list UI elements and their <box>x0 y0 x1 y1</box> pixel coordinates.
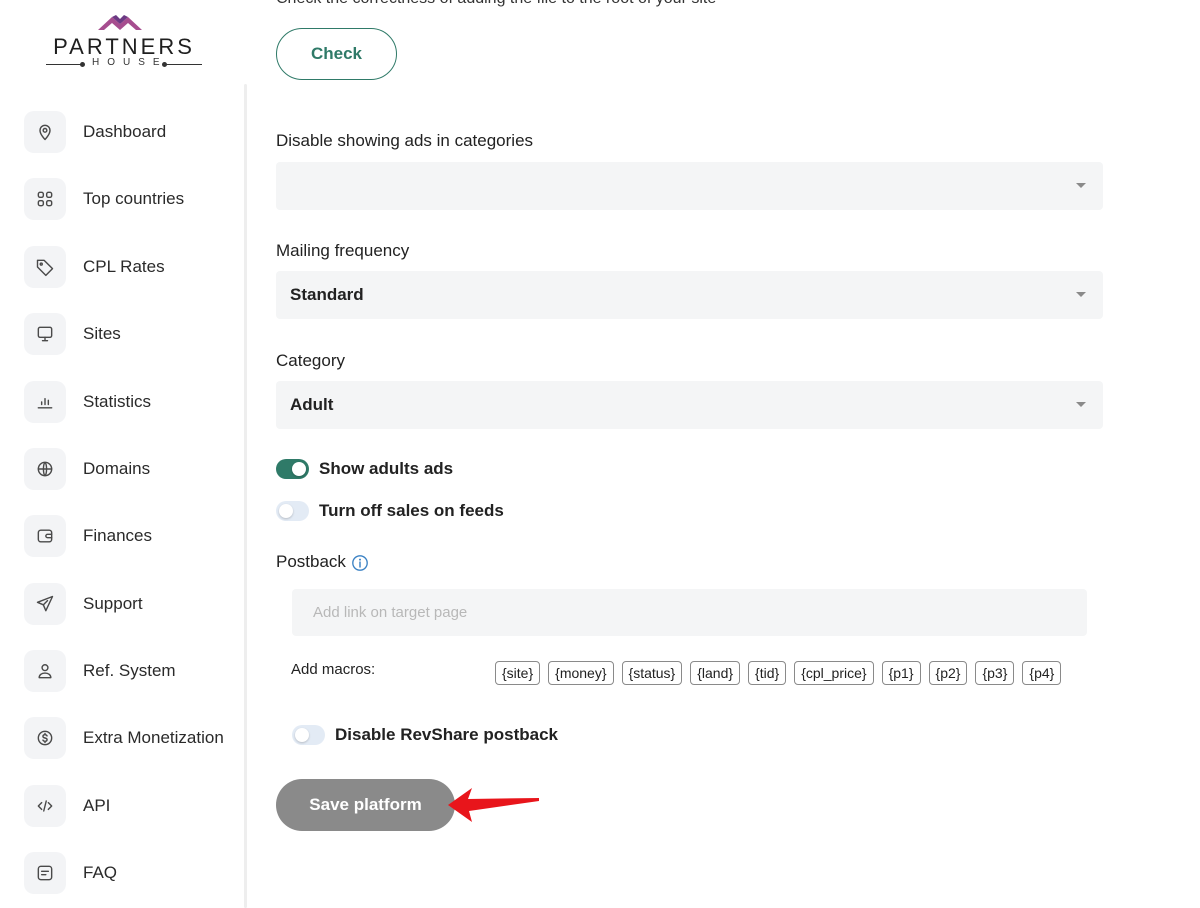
sidebar-item-label: Sites <box>83 324 121 343</box>
brand-subtitle: HOUSE <box>46 57 202 71</box>
sidebar-item-ref-system[interactable]: Ref. System <box>24 649 234 693</box>
macro-chip-p1[interactable]: {p1} <box>881 661 921 685</box>
sidebar-item-sites[interactable]: Sites <box>24 312 234 356</box>
check-button[interactable]: Check <box>276 28 397 80</box>
mountain-logo-icon <box>98 15 142 30</box>
show-adult-ads-toggle[interactable] <box>276 459 309 479</box>
show-adult-ads-label: Show adults ads <box>319 459 454 478</box>
sidebar-item-top-countries[interactable]: Top countries <box>24 177 234 221</box>
category-value: Adult <box>290 395 334 414</box>
paper-plane-icon <box>24 583 66 625</box>
macro-chip-site[interactable]: {site} <box>495 661 541 685</box>
disable-revshare-toggle[interactable] <box>292 725 325 745</box>
disable-ads-label: Disable showing ads in categories <box>276 131 534 150</box>
brand-logo[interactable]: PARTNERS HOUSE <box>46 12 202 72</box>
macro-chip-status[interactable]: {status} <box>621 661 683 685</box>
sidebar-item-label: Support <box>83 594 143 613</box>
chevron-down-icon <box>1076 402 1086 407</box>
show-adult-ads-row: Show adults ads <box>276 459 453 479</box>
category-select[interactable]: Adult <box>276 381 1103 429</box>
sidebar-item-label: Domains <box>83 459 151 478</box>
sidebar-item-faq[interactable]: FAQ <box>24 851 234 895</box>
save-platform-button[interactable]: Save platform <box>276 779 455 831</box>
user-icon <box>24 650 66 692</box>
postback-label: Postback <box>276 552 346 571</box>
category-label: Category <box>276 351 345 370</box>
mailing-frequency-label: Mailing frequency <box>276 241 410 260</box>
chevron-down-icon <box>1076 183 1086 188</box>
chevron-down-icon <box>1076 292 1086 297</box>
macro-chip-p3[interactable]: {p3} <box>975 661 1015 685</box>
sidebar-item-api[interactable]: API <box>24 784 234 828</box>
sidebar-item-label: API <box>83 796 111 815</box>
sidebar-item-label: Finances <box>83 526 152 545</box>
info-icon[interactable] <box>351 554 369 572</box>
sidebar-item-label: CPL Rates <box>83 257 165 276</box>
sidebar: PARTNERS HOUSE Dashboard Top countries C… <box>0 0 247 908</box>
sidebar-item-label: Dashboard <box>83 122 167 141</box>
grid-icon <box>24 178 66 220</box>
sidebar-item-support[interactable]: Support <box>24 582 234 626</box>
macros-label: Add macros: <box>291 661 376 678</box>
turn-off-sales-row: Turn off sales on feeds <box>276 501 504 521</box>
sidebar-item-domains[interactable]: Domains <box>24 447 234 491</box>
disable-ads-select[interactable] <box>276 162 1103 210</box>
sidebar-item-label: Extra Monetization <box>83 728 224 747</box>
sidebar-item-label: Statistics <box>83 392 152 411</box>
sidebar-item-finances[interactable]: Finances <box>24 514 234 558</box>
sidebar-item-label: Ref. System <box>83 661 176 680</box>
sidebar-item-dashboard[interactable]: Dashboard <box>24 110 234 154</box>
macro-chip-tid[interactable]: {tid} <box>748 661 787 685</box>
monitor-icon <box>24 313 66 355</box>
wallet-icon <box>24 515 66 557</box>
sidebar-item-label: FAQ <box>83 863 118 882</box>
sidebar-item-extra-monetization[interactable]: Extra Monetization <box>24 716 234 760</box>
mailing-frequency-value: Standard <box>290 285 364 304</box>
macro-chip-list: {site} {money} {status} {land} {tid} {cp… <box>495 661 1069 685</box>
macro-chip-land[interactable]: {land} <box>690 661 741 685</box>
map-pin-icon <box>24 111 66 153</box>
macro-chip-p4[interactable]: {p4} <box>1022 661 1062 685</box>
sidebar-item-cpl-rates[interactable]: CPL Rates <box>24 245 234 289</box>
sidebar-scroll-divider <box>244 84 247 908</box>
dollar-circle-icon <box>24 717 66 759</box>
postback-url-input[interactable] <box>292 589 1087 636</box>
bar-chart-icon <box>24 381 66 423</box>
macro-chip-money[interactable]: {money} <box>548 661 614 685</box>
disable-revshare-row: Disable RevShare postback <box>292 725 558 745</box>
code-icon <box>24 785 66 827</box>
annotation-arrow-icon <box>448 788 539 822</box>
tag-icon <box>24 246 66 288</box>
macro-chip-cpl-price[interactable]: {cpl_price} <box>794 661 874 685</box>
message-square-icon <box>24 852 66 894</box>
globe-icon <box>24 448 66 490</box>
turn-off-sales-label: Turn off sales on feeds <box>319 501 504 520</box>
check-file-hint: Check the correctness of adding the file… <box>276 0 716 8</box>
sidebar-item-statistics[interactable]: Statistics <box>24 380 234 424</box>
turn-off-sales-toggle[interactable] <box>276 501 309 521</box>
disable-revshare-label: Disable RevShare postback <box>335 725 558 744</box>
sidebar-item-label: Top countries <box>83 189 185 208</box>
platform-settings-form: Check the correctness of adding the file… <box>276 0 1136 908</box>
mailing-frequency-select[interactable]: Standard <box>276 271 1103 319</box>
macro-chip-p2[interactable]: {p2} <box>928 661 968 685</box>
